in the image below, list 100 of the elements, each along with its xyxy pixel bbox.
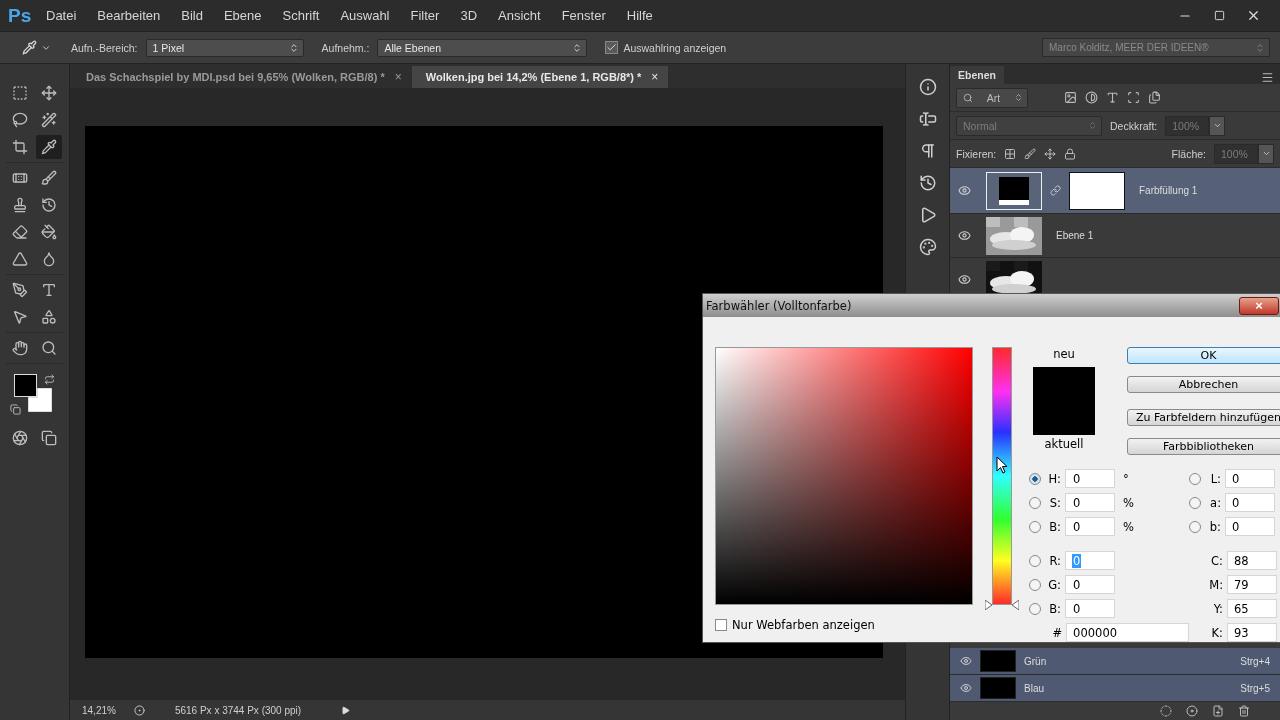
field-label: G:: [1047, 577, 1061, 592]
value-field[interactable]: 0: [1065, 469, 1115, 488]
dialog-button[interactable]: Abbrechen: [1127, 376, 1280, 393]
contrast-icon[interactable]: [1085, 91, 1098, 104]
tab-close-button[interactable]: ×: [394, 70, 402, 84]
play-icon[interactable]: [341, 705, 351, 715]
field-label: Y:: [1212, 601, 1223, 616]
channel-row[interactable]: Blau Strg+5: [950, 675, 1280, 702]
value-field[interactable]: 79: [1227, 575, 1277, 594]
menu-icon[interactable]: [1261, 71, 1274, 84]
opacity-label: Deckkraft:: [1110, 119, 1158, 132]
move-icon[interactable]: [1044, 147, 1057, 160]
maximize-icon[interactable]: [1213, 10, 1225, 21]
trash-icon[interactable]: [1238, 705, 1250, 717]
status-icon: [133, 704, 145, 716]
tool-preset-picker[interactable]: [22, 40, 51, 55]
sample-select[interactable]: Alle Ebenen: [377, 38, 588, 57]
dialog-button[interactable]: OK: [1127, 347, 1280, 364]
selection-icon[interactable]: [1160, 705, 1172, 717]
eye-icon[interactable]: [960, 655, 972, 667]
menu-item[interactable]: Ebene: [223, 8, 262, 23]
menu-item[interactable]: 3D: [460, 8, 478, 23]
value-field[interactable]: 0: [1065, 599, 1115, 618]
hue-slider-handle[interactable]: [985, 600, 1019, 610]
value-field[interactable]: 0: [1065, 575, 1115, 594]
channel-thumbnail: [980, 677, 1016, 699]
filter-select[interactable]: Art: [956, 87, 1028, 108]
value-field[interactable]: 88: [1227, 551, 1277, 570]
field-label: L:: [1209, 471, 1221, 486]
menu-item[interactable]: Ansicht: [498, 8, 541, 23]
new-file-icon[interactable]: [1212, 705, 1224, 717]
layer-row[interactable]: Ebene 1: [950, 214, 1280, 258]
menu-item[interactable]: Fenster: [561, 8, 606, 23]
radio-button[interactable]: [1029, 520, 1041, 533]
new-color-label: neu: [1053, 347, 1075, 361]
menu-item[interactable]: Bild: [181, 8, 203, 23]
updown-icon[interactable]: [572, 42, 583, 53]
value-field[interactable]: 0: [1225, 493, 1275, 512]
updown-icon[interactable]: [288, 42, 299, 53]
hex-field[interactable]: 000000: [1066, 623, 1189, 642]
panel-tab[interactable]: Ebenen: [950, 66, 1004, 84]
mask-icon[interactable]: [1186, 705, 1198, 717]
radio-button[interactable]: [1189, 472, 1201, 485]
scan-icon[interactable]: [1127, 91, 1140, 104]
lock-icon[interactable]: [1064, 147, 1077, 160]
value-field[interactable]: 0: [1225, 469, 1275, 488]
menu-item[interactable]: Filter: [410, 8, 440, 23]
updown-icon[interactable]: [1014, 93, 1023, 102]
fill-layer-thumbnail: [986, 171, 1042, 210]
menu-item[interactable]: Auswahl: [340, 8, 390, 23]
menu-item[interactable]: Bearbeiten: [97, 8, 161, 23]
checkbox-label: Nur Webfarben anzeigen: [732, 618, 875, 632]
channel-row[interactable]: Grün Strg+4: [950, 648, 1280, 675]
field-label: B:: [1048, 519, 1061, 534]
sample-size-select[interactable]: 1 Pixel: [145, 38, 304, 57]
dialog-button[interactable]: Farbbibliotheken: [1127, 438, 1280, 455]
swap-icon[interactable]: [44, 374, 55, 385]
checkbox[interactable]: [605, 41, 619, 54]
value-field[interactable]: 0: [1065, 517, 1115, 536]
document-tab[interactable]: Wolken.jpg bei 14,2% (Ebene 1, RGB/8*) * ×: [411, 66, 669, 88]
radio-button[interactable]: [1029, 496, 1041, 509]
text-cursor-icon[interactable]: [918, 110, 937, 128]
dialog-button[interactable]: Zu Farbfeldern hinzufügen: [1127, 409, 1280, 426]
color-field[interactable]: [715, 347, 973, 605]
foreground-swatch[interactable]: [14, 374, 37, 397]
tab-close-button[interactable]: ×: [651, 70, 659, 84]
unit-label: °: [1123, 471, 1129, 486]
checkbox[interactable]: [715, 619, 727, 631]
default-colors-icon[interactable]: [10, 404, 21, 415]
radio-button[interactable]: [1189, 496, 1201, 509]
shortcut-label: Strg+4: [1240, 655, 1270, 667]
image-icon[interactable]: [1064, 91, 1077, 104]
eye-icon[interactable]: [960, 682, 972, 694]
menu-item[interactable]: Hilfe: [626, 8, 653, 23]
document-tab[interactable]: Das Schachspiel by MDI.psd bei 9,65% (Wolken, RGB/8) * ×: [72, 66, 412, 88]
palette-icon[interactable]: [918, 238, 937, 256]
radio-button[interactable]: [1189, 520, 1201, 533]
layer-row[interactable]: Farbfüllung 1: [950, 168, 1280, 214]
menu-item[interactable]: Schrift: [282, 8, 320, 23]
checkbox-label: Auswahlring anzeigen: [623, 41, 727, 54]
value-field[interactable]: 65: [1227, 599, 1277, 618]
channel-name: Grün: [1024, 655, 1047, 667]
value-field[interactable]: 0: [1225, 517, 1275, 536]
menu-item[interactable]: Datei: [46, 8, 77, 23]
field-label: b:: [1208, 519, 1221, 534]
checkerboard-icon[interactable]: [1004, 147, 1017, 160]
info-icon[interactable]: [918, 78, 937, 96]
value-field[interactable]: 0: [1065, 493, 1115, 512]
radio-button[interactable]: [1029, 472, 1041, 485]
history-icon[interactable]: [918, 174, 937, 192]
files-icon[interactable]: [1148, 91, 1161, 104]
radio-button[interactable]: [1029, 578, 1041, 591]
current-color-swatch: [1033, 401, 1095, 435]
eyedropper-icon[interactable]: [35, 135, 62, 159]
app-logo: Ps: [8, 4, 33, 27]
radio-button[interactable]: [1029, 554, 1041, 567]
type-icon[interactable]: [1106, 91, 1119, 104]
radio-button[interactable]: [1029, 602, 1041, 615]
value-field[interactable]: 93: [1227, 623, 1277, 642]
brush-icon[interactable]: [1024, 147, 1037, 160]
